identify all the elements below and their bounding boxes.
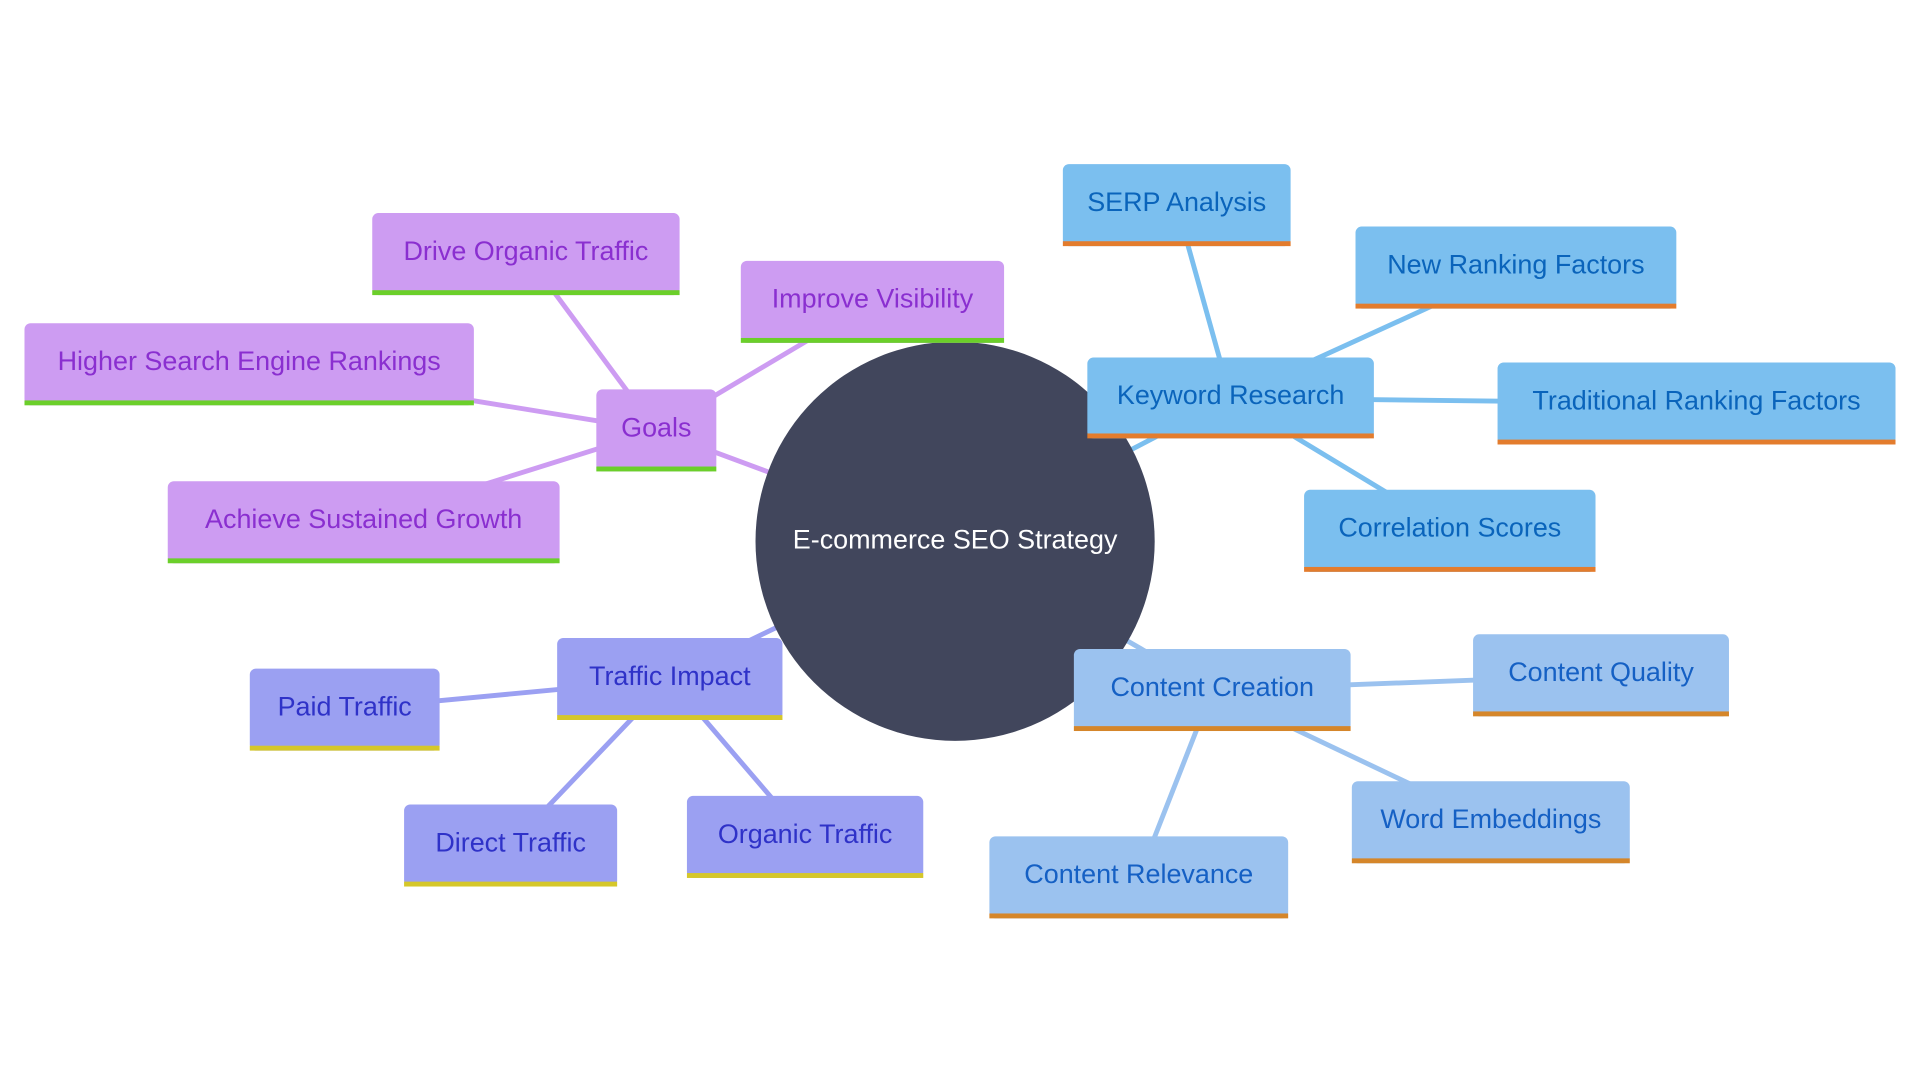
node-underline xyxy=(557,715,783,720)
node-paid-traffic[interactable]: Paid Traffic xyxy=(249,668,440,751)
node-underline xyxy=(596,466,717,472)
node-content-creation[interactable]: Content Creation xyxy=(1073,648,1351,732)
node-underline xyxy=(1087,433,1374,439)
node-label: New Ranking Factors xyxy=(1387,249,1644,279)
node-underline xyxy=(1497,439,1896,445)
node-underline xyxy=(740,337,1005,343)
node-label: Organic Traffic xyxy=(718,819,893,849)
node-underline xyxy=(167,558,560,564)
node-underline xyxy=(686,873,924,878)
node-label: Word Embeddings xyxy=(1380,804,1601,834)
node-organic-traffic[interactable]: Organic Traffic xyxy=(686,795,924,878)
node-underline xyxy=(372,290,680,296)
node-underline xyxy=(24,400,474,406)
node-keyword-research[interactable]: Keyword Research xyxy=(1087,357,1374,439)
node-content-quality[interactable]: Content Quality xyxy=(1473,634,1729,717)
node-improve-visibility[interactable]: Improve Visibility xyxy=(740,260,1005,343)
node-label: Direct Traffic xyxy=(435,827,586,857)
node-label: Improve Visibility xyxy=(772,284,974,314)
node-underline xyxy=(1062,241,1291,247)
node-higher-search-engine-rankings[interactable]: Higher Search Engine Rankings xyxy=(24,323,474,406)
node-label: Drive Organic Traffic xyxy=(403,236,648,266)
node-label: Paid Traffic xyxy=(278,691,412,721)
node-label: Keyword Research xyxy=(1117,380,1344,410)
node-correlation-scores[interactable]: Correlation Scores xyxy=(1304,489,1596,572)
node-underline xyxy=(1473,711,1729,717)
node-label: Content Relevance xyxy=(1024,859,1253,889)
mindmap-canvas: E-commerce SEO Strategy Goals Drive Organ… xyxy=(24,164,1896,919)
node-goals[interactable]: Goals xyxy=(596,389,717,472)
node-traffic-impact[interactable]: Traffic Impact xyxy=(557,637,783,720)
node-underline xyxy=(1351,858,1630,864)
node-underline xyxy=(1304,566,1596,572)
node-serp-analysis[interactable]: SERP Analysis xyxy=(1062,164,1291,247)
node-label: SERP Analysis xyxy=(1087,187,1266,217)
node-label: Achieve Sustained Growth xyxy=(205,504,522,534)
node-label: Traditional Ranking Factors xyxy=(1532,385,1860,415)
node-label: Higher Search Engine Rankings xyxy=(58,346,441,376)
root-node-label: E-commerce SEO Strategy xyxy=(793,524,1118,554)
node-direct-traffic[interactable]: Direct Traffic xyxy=(404,804,618,887)
node-new-ranking-factors[interactable]: New Ranking Factors xyxy=(1355,226,1677,309)
node-label: Content Creation xyxy=(1110,672,1314,702)
node-label: Correlation Scores xyxy=(1338,513,1561,543)
node-label: Content Quality xyxy=(1508,657,1694,687)
node-underline xyxy=(249,745,440,751)
node-label: Goals xyxy=(621,412,691,442)
node-underline xyxy=(989,913,1289,919)
node-drive-organic-traffic[interactable]: Drive Organic Traffic xyxy=(372,213,680,296)
node-underline xyxy=(1355,303,1677,309)
node-underline xyxy=(1073,726,1351,732)
node-achieve-sustained-growth[interactable]: Achieve Sustained Growth xyxy=(167,481,560,564)
node-underline xyxy=(404,881,618,887)
node-traditional-ranking-factors[interactable]: Traditional Ranking Factors xyxy=(1497,362,1896,445)
node-content-relevance[interactable]: Content Relevance xyxy=(989,836,1289,919)
node-label: Traffic Impact xyxy=(589,661,751,691)
node-word-embeddings[interactable]: Word Embeddings xyxy=(1351,781,1630,864)
